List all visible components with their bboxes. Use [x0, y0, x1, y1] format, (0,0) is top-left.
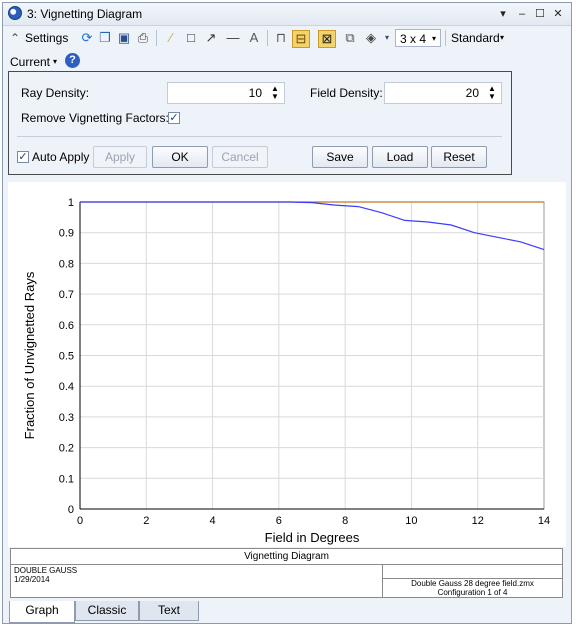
settings-button[interactable]: Settings	[25, 29, 68, 47]
tab-graph[interactable]: Graph	[9, 601, 75, 623]
settings-collapse-icon[interactable]: ⌃	[7, 30, 23, 46]
footer-cell	[383, 564, 562, 579]
x-tick-label: 14	[538, 515, 550, 527]
reset-button[interactable]: Reset	[431, 146, 487, 168]
footer-lens-info: DOUBLE GAUSS 1/29/2014	[14, 566, 77, 584]
window-title: 3: Vignetting Diagram	[27, 7, 143, 21]
lock-icon[interactable]: ⊓	[273, 30, 289, 46]
pan-icon[interactable]: ⊟	[292, 30, 310, 48]
save-icon[interactable]: ▣	[116, 30, 132, 46]
auto-apply-label: Auto Apply	[32, 150, 90, 164]
settings-panel: Ray Density: 10 ▲ ▼ Field Density: 20 ▲ ▼ …	[8, 71, 512, 175]
load-button[interactable]: Load	[372, 146, 428, 168]
maximize-icon[interactable]: ☐	[532, 6, 548, 22]
grid-layout-dropdown[interactable]: 3 x 4 ▾	[395, 29, 441, 47]
x-tick-label: 10	[405, 515, 417, 527]
rectangle-icon[interactable]: □	[183, 30, 199, 46]
x-tick-label: 0	[77, 515, 83, 527]
chevron-down-icon[interactable]: ▾	[53, 53, 57, 71]
footer-configuration: Configuration 1 of 4	[437, 588, 508, 597]
field-density-spinner[interactable]: ▲ ▼	[486, 85, 498, 101]
footer-file-name: Double Gauss 28 degree field.zmx	[411, 579, 534, 588]
app-icon	[8, 6, 22, 20]
y-tick-label: 0.2	[59, 443, 74, 455]
layers-icon[interactable]: ◈	[363, 30, 379, 46]
y-tick-label: 0.7	[59, 289, 74, 301]
tab-classic[interactable]: Classic	[75, 601, 139, 621]
window-menu-icon[interactable]: ▾	[495, 6, 511, 22]
x-tick-label: 2	[143, 515, 149, 527]
line-icon[interactable]: —	[225, 30, 241, 46]
chevron-down-icon: ▾	[431, 34, 436, 43]
ray-density-label: Ray Density:	[21, 86, 90, 100]
copy-icon[interactable]: ❐	[97, 30, 113, 46]
toolbar: ⌃ Settings ⟳ ❐ ▣ ⎙ ∕ □ ↗ — A ⊓ ⊟ ⊠ ⧉ ◈ ▾…	[3, 26, 571, 50]
toolbar-row-2: Current ▾ ?	[3, 51, 571, 71]
y-tick-label: 0.4	[59, 381, 74, 393]
x-tick-label: 12	[472, 515, 484, 527]
cancel-button[interactable]: Cancel	[212, 146, 268, 168]
pencil-icon[interactable]: ∕	[163, 30, 179, 46]
minimize-icon[interactable]: –	[514, 6, 530, 22]
y-tick-label: 0.8	[59, 258, 74, 270]
footer-table: Vignetting Diagram DOUBLE GAUSS 1/29/201…	[10, 548, 563, 598]
save-button[interactable]: Save	[312, 146, 368, 168]
title-bar: 3: Vignetting Diagram ▾ – ☐ ✕	[3, 3, 571, 26]
remove-vignetting-label: Remove Vignetting Factors:	[21, 111, 169, 125]
y-tick-label: 0.1	[59, 473, 74, 485]
x-tick-label: 6	[276, 515, 282, 527]
y-tick-label: 0	[68, 504, 74, 516]
x-tick-label: 4	[210, 515, 216, 527]
footer-file-text: Double Gauss 28 degree field.zmx Configu…	[383, 579, 562, 597]
remove-vignetting-checkbox[interactable]: ✓	[168, 112, 180, 124]
x-tick-label: 8	[342, 515, 348, 527]
ray-density-input[interactable]: 10 ▲ ▼	[167, 82, 285, 104]
arrow-icon[interactable]: ↗	[203, 30, 219, 46]
help-icon[interactable]: ?	[65, 53, 80, 68]
tab-text[interactable]: Text	[139, 601, 199, 621]
ray-density-spinner[interactable]: ▲ ▼	[269, 85, 281, 101]
apply-button[interactable]: Apply	[93, 146, 147, 168]
field-density-input[interactable]: 20 ▲ ▼	[384, 82, 502, 104]
window-icon[interactable]: ⧉	[342, 30, 358, 46]
grid-layout-value: 3 x 4	[400, 32, 427, 46]
refresh-icon[interactable]: ⟳	[79, 30, 95, 46]
auto-apply-checkbox[interactable]: ✓	[17, 151, 29, 163]
text-icon[interactable]: A	[246, 30, 262, 46]
y-tick-label: 1	[68, 197, 74, 209]
ray-density-value: 10	[248, 86, 262, 100]
x-axis-label: Field in Degrees	[265, 530, 360, 545]
close-icon[interactable]: ✕	[550, 6, 566, 22]
y-tick-label: 0.5	[59, 351, 74, 363]
current-dropdown[interactable]: Current	[10, 53, 50, 71]
y-axis-label: Fraction of Unvignetted Rays	[22, 271, 37, 439]
print-icon[interactable]: ⎙	[135, 30, 151, 46]
divider	[17, 136, 502, 137]
toolbar-separator	[267, 30, 268, 46]
field-density-value: 20	[465, 86, 479, 100]
y-tick-label: 0.3	[59, 412, 74, 424]
field-density-label: Field Density:	[310, 86, 383, 100]
vignetting-chart: 0 2 4 6 8 10 12 14 0 0.1 0.2 0.3 0.4 0.5 0.6 0.7 0.8 0.9 1…	[22, 197, 550, 545]
zoom-fit-icon[interactable]: ⊠	[318, 30, 336, 48]
toolbar-separator	[156, 30, 157, 46]
y-tick-label: 0.9	[59, 228, 74, 240]
y-tick-label: 0.6	[59, 320, 74, 332]
plot-area: 0 2 4 6 8 10 12 14 0 0.1 0.2 0.3 0.4 0.5 0.6 0.7 0.8 0.9 1…	[8, 182, 566, 547]
chevron-down-icon[interactable]: ▾	[500, 29, 504, 47]
view-tabs: Graph Classic Text	[3, 601, 571, 623]
vignetting-window: 3: Vignetting Diagram ▾ – ☐ ✕ ⌃ Settings…	[2, 2, 572, 624]
standard-dropdown[interactable]: Standard	[451, 29, 500, 47]
layers-dropdown-icon[interactable]: ▾	[379, 30, 395, 46]
footer-lens-name: DOUBLE GAUSS	[14, 566, 78, 575]
ok-button[interactable]: OK	[152, 146, 208, 168]
footer-date: 1/29/2014	[14, 575, 50, 584]
footer-file-info: Double Gauss 28 degree field.zmx Configu…	[382, 564, 562, 597]
toolbar-separator	[445, 30, 446, 46]
footer-title: Vignetting Diagram	[11, 549, 562, 565]
